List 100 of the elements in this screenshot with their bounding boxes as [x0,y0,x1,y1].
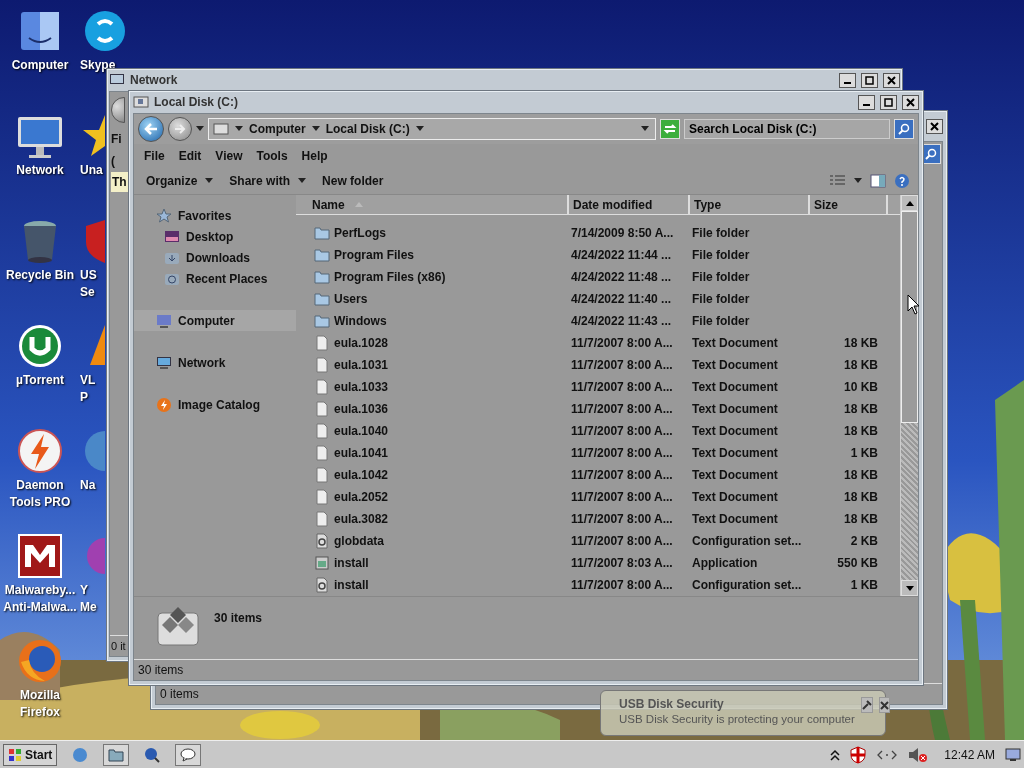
icon-label[interactable]: P [80,390,88,405]
file-name[interactable]: eula.1028 [334,336,389,350]
address-bar[interactable]: Computer Local Disk (C:) [208,118,656,140]
nav-item[interactable]: Image Catalog [134,394,296,415]
file-name[interactable]: globdata [334,534,384,548]
caret-icon [641,126,649,132]
file-name[interactable]: Windows [334,314,387,328]
close-icon [906,97,915,107]
icon-label[interactable]: Una [80,163,103,178]
menu-item[interactable]: File [138,147,171,165]
column-header[interactable]: Size [808,195,886,214]
document-icon [314,379,330,395]
file-name[interactable]: Users [334,292,368,306]
folder-button[interactable] [103,743,130,766]
nav-item[interactable]: Network [134,352,296,373]
column-header[interactable]: Name [296,195,567,214]
icon-label[interactable]: Computer [11,58,69,73]
file-name[interactable]: install [334,556,369,570]
icon-label[interactable]: US [80,268,97,283]
nav-item[interactable]: Recent Places [134,268,296,289]
settings-button[interactable] [860,697,873,713]
icon-label[interactable]: Recycle Bin [5,268,74,283]
maximize-button[interactable] [880,94,897,110]
lightning-icon[interactable] [15,426,65,476]
forward-button[interactable] [168,117,192,141]
nav-item[interactable]: Favorites [134,205,296,226]
icon-label[interactable]: Y [80,583,88,598]
clock[interactable]: 12:42 AM [944,747,995,762]
back-button[interactable] [138,116,164,142]
chat-button[interactable] [175,743,202,766]
help-icon[interactable] [894,173,910,189]
icon-label[interactable]: Na [80,478,96,493]
toolbar-button[interactable]: Share with [225,172,311,190]
icon-label[interactable]: Network [16,163,64,178]
menu-item[interactable]: Fi [111,132,122,146]
minimize-button[interactable] [858,94,875,110]
icon-label[interactable]: Daemon [16,478,64,493]
breadcrumb[interactable]: Computer [249,122,320,136]
table-cell-text: 10 KB [843,380,879,394]
toolbar-button[interactable]: New folder [318,172,388,190]
breadcrumb[interactable]: Local Disk (C:) [325,122,424,136]
file-name[interactable]: eula.1040 [334,424,389,438]
file-name[interactable]: PerfLogs [334,226,386,240]
icon-label[interactable]: Tools PRO [9,495,71,510]
back-button[interactable] [111,97,125,123]
table-cell-text: 18 KB [843,336,879,350]
table-cell-text: Text Document [691,402,779,416]
file-name[interactable]: eula.3082 [334,512,389,526]
icon-label[interactable]: Mozilla [20,688,60,703]
icon-label[interactable]: µTorrent [16,373,64,388]
table-cell-text: 11/7/2007 8:00 A... [570,336,674,350]
start-button[interactable]: Start [3,743,58,766]
scroll-down-button[interactable] [901,580,918,596]
file-name[interactable]: eula.1042 [334,468,389,482]
close-button[interactable] [878,697,890,713]
icon-label[interactable]: Anti-Malwa... [3,600,77,615]
menu-item[interactable]: Tools [250,147,294,165]
search-button[interactable] [894,119,914,139]
info-bar[interactable]: Th [111,172,129,192]
logo-icon[interactable] [15,531,65,581]
toolbar-button[interactable]: Organize [142,172,218,190]
toolbar-button[interactable]: ( [111,154,115,168]
file-name[interactable]: Program Files [334,248,415,262]
chevron-up-icon[interactable] [830,748,841,761]
column-header[interactable]: Type [688,195,808,214]
preview-pane-icon[interactable] [870,174,886,188]
close-button[interactable] [926,118,943,134]
file-name[interactable]: Program Files (x86) [334,270,446,284]
icon-label[interactable]: VL [80,373,96,388]
menu-item[interactable]: Edit [172,147,208,165]
minimize-button[interactable] [839,72,856,88]
maximize-button[interactable] [861,72,878,88]
file-name[interactable]: install [334,578,369,592]
icon-label[interactable]: Se [80,285,95,300]
column-header[interactable]: Date modified [567,195,688,214]
nav-item[interactable]: Downloads [134,247,296,268]
scroll-up-button[interactable] [901,195,918,211]
file-name[interactable]: eula.1033 [334,380,389,394]
close-button[interactable] [883,72,900,88]
show-desktop-icon[interactable] [1005,747,1021,762]
refresh-button[interactable] [660,119,680,139]
nav-item[interactable]: Desktop [134,226,296,247]
file-name[interactable]: eula.1036 [334,402,389,416]
nav-item[interactable]: Computer [134,310,296,331]
scroll-thumb[interactable] [901,211,918,423]
search-field[interactable]: Search Local Disk (C:) [684,119,890,139]
file-name[interactable]: eula.1031 [334,358,389,372]
file-name[interactable]: eula.1041 [334,446,389,460]
network-status-icon[interactable] [876,749,899,760]
close-button[interactable] [902,94,919,110]
menu-item[interactable]: Help [295,147,334,165]
menu-item[interactable]: View [209,147,249,165]
shield-icon[interactable] [850,745,867,764]
table-cell-text: 1 KB [849,578,879,592]
file-name[interactable]: eula.2052 [334,490,389,504]
icon-label[interactable]: Malwareby... [4,583,76,598]
icon-label[interactable]: Me [80,600,97,615]
icon-label[interactable]: Skype [80,58,116,73]
muted-speaker-icon[interactable] [908,746,929,763]
scrollbar[interactable] [900,195,918,596]
